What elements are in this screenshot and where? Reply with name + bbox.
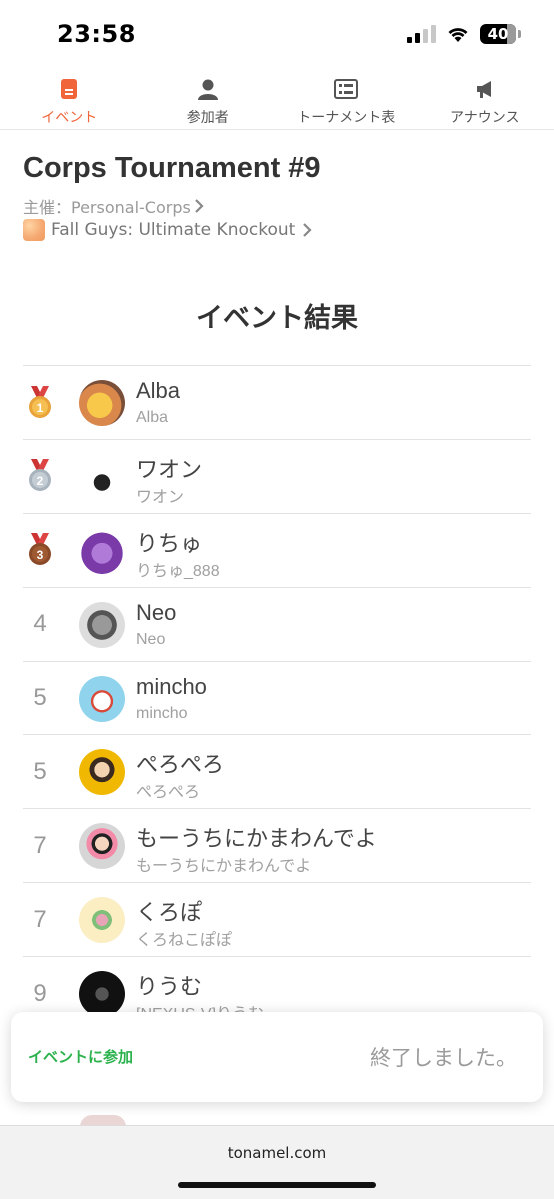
bracket-icon (334, 79, 359, 99)
tab-bar: イベント 参加者 トーナメント表 アナウンス (0, 70, 554, 130)
player-name: Neo (136, 599, 177, 625)
result-row[interactable]: 3 りちゅ りちゅ_888 (23, 514, 531, 588)
tab-event[interactable]: イベント (0, 70, 139, 129)
player-name: ワオン (136, 456, 203, 482)
organizer-label: 主催：Personal-Corps (23, 198, 191, 217)
player-subname: Alba (136, 409, 169, 426)
player-subname: ワオン (136, 488, 185, 506)
game-thumbnail (23, 219, 45, 241)
player-name: くろぽ (136, 900, 203, 926)
player-name: もーうちにかまわんでよ (136, 826, 377, 852)
player-subname: もーうちにかまわんでよ (136, 858, 312, 876)
result-row[interactable]: 5 ぺろぺろ ぺろぺろ (23, 735, 531, 810)
result-row[interactable]: 1 Alba Alba (23, 366, 531, 440)
result-row[interactable]: 5 mincho mincho (23, 662, 531, 736)
browser-url-bar[interactable]: tonamel.com (0, 1125, 554, 1199)
avatar (79, 453, 125, 500)
tab-bracket[interactable]: トーナメント表 (277, 70, 416, 129)
cellular-signal-icon (407, 25, 436, 43)
avatar (79, 601, 125, 648)
chevron-right-icon (195, 199, 204, 213)
avatar (79, 971, 125, 1018)
tab-event-label: イベント (41, 110, 98, 126)
player-subname: くろねこぽぽ (136, 932, 233, 950)
medal-rank: 2 (37, 474, 44, 488)
silver-medal-icon: 2 (29, 459, 51, 492)
player-subname: ぺろぺろ (136, 784, 201, 802)
battery-icon: 40 (480, 24, 521, 44)
game-link[interactable]: Fall Guys: Ultimate Knockout (23, 219, 313, 241)
player-name: mincho (136, 673, 207, 699)
status-bar: 23:58 40 (0, 0, 554, 68)
result-row[interactable]: 7 もーうちにかまわんでよ もーうちにかまわんでよ (23, 809, 531, 884)
player-name: ぺろぺろ (136, 752, 225, 778)
medal-rank: 1 (37, 401, 44, 415)
avatar (79, 527, 125, 574)
player-name: Alba (136, 378, 181, 403)
bronze-medal-icon: 3 (29, 533, 51, 566)
event-title: Corps Tournament #9 (23, 152, 321, 184)
join-bar: イベントに参加 終了しました。 (11, 1012, 543, 1102)
avatar (79, 897, 125, 944)
person-icon (197, 79, 218, 100)
tab-participants[interactable]: 参加者 (139, 70, 278, 129)
chevron-right-icon (303, 223, 312, 237)
rank-number: 5 (33, 757, 47, 785)
avatar (79, 675, 125, 722)
results-list: 1 Alba Alba 2 ワオン ワオン 3 りちゅ りちゅ_888 4 Ne… (23, 365, 531, 1032)
megaphone-icon (476, 81, 491, 98)
avatar (79, 380, 125, 426)
event-status: 終了しました。 (370, 1046, 517, 1070)
url-text: tonamel.com (227, 1144, 327, 1162)
battery-level: 40 (487, 25, 509, 43)
join-event-button[interactable]: イベントに参加 (28, 1046, 133, 1067)
status-icons: 40 (407, 24, 521, 44)
result-row[interactable]: 7 くろぽ くろねこぽぽ (23, 883, 531, 958)
event-icon (61, 79, 78, 99)
rank-number: 5 (33, 684, 47, 712)
organizer-link[interactable]: 主催：Personal-Corps (23, 194, 205, 218)
tab-announcements[interactable]: アナウンス (416, 70, 554, 129)
rank-cell: 2 (23, 440, 57, 513)
avatar (79, 823, 125, 870)
gold-medal-icon: 1 (29, 385, 51, 418)
rank-number: 7 (33, 905, 47, 933)
home-indicator (178, 1182, 376, 1188)
results-title: イベント結果 (196, 303, 358, 334)
player-name: りちゅ (136, 530, 203, 556)
player-subname: Neo (136, 630, 166, 648)
medal-rank: 3 (37, 548, 44, 562)
player-subname: りちゅ_888 (136, 562, 220, 580)
result-row[interactable]: 2 ワオン ワオン (23, 440, 531, 514)
status-time: 23:58 (57, 20, 136, 48)
game-title: Fall Guys: Ultimate Knockout (51, 220, 296, 240)
tab-announcements-label: アナウンス (450, 110, 520, 126)
avatar (79, 749, 125, 796)
player-name: りうむ (136, 974, 203, 1000)
tab-bracket-label: トーナメント表 (297, 110, 396, 126)
rank-number: 7 (33, 831, 47, 859)
wifi-icon (448, 28, 468, 42)
rank-cell: 3 (23, 514, 57, 587)
rank-number: 4 (33, 610, 47, 638)
rank-cell: 1 (23, 366, 57, 439)
tab-participants-label: 参加者 (186, 110, 229, 126)
player-subname: mincho (136, 704, 188, 722)
result-row[interactable]: 4 Neo Neo (23, 588, 531, 662)
